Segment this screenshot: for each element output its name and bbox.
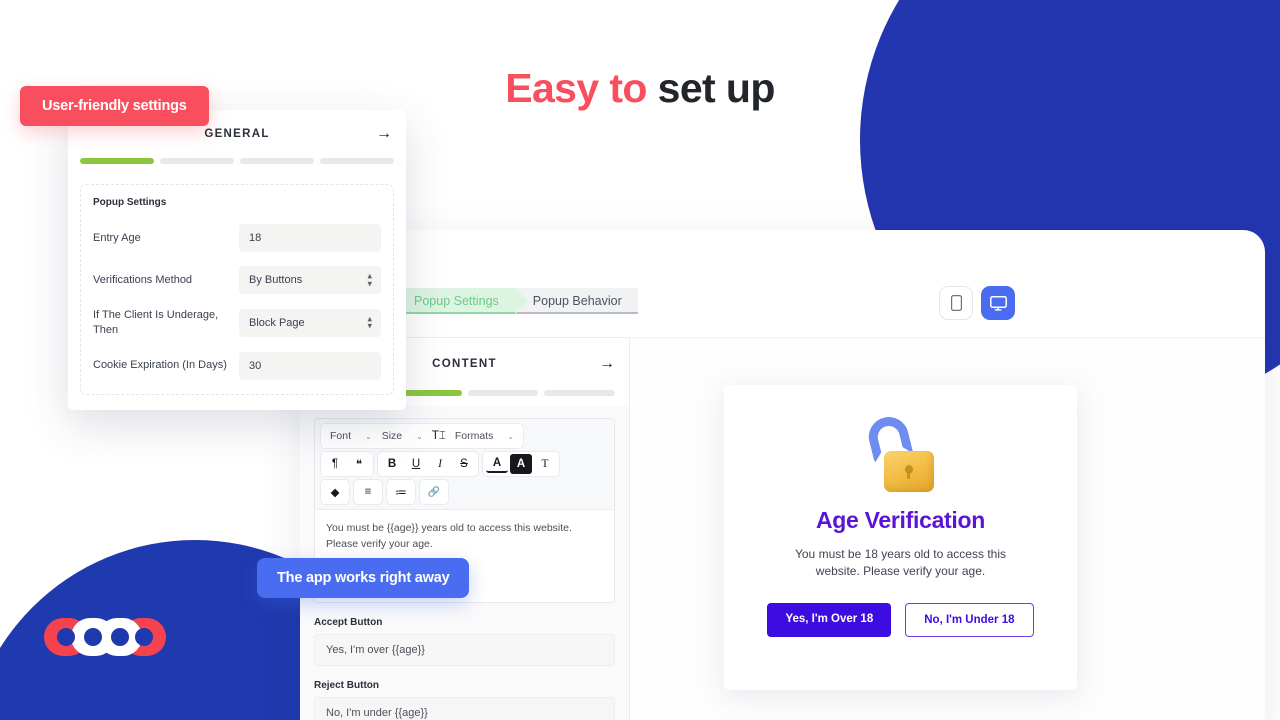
device-toggle	[939, 286, 1015, 320]
stepper-icon: ▴ ▾	[367, 313, 372, 331]
settings-next-arrow-icon[interactable]: →	[376, 125, 392, 143]
formats-select-label: Formats	[454, 430, 494, 442]
chevron-down-icon: ⌄	[507, 431, 515, 441]
mobile-icon	[950, 295, 962, 311]
link-group: 🔗	[420, 480, 448, 504]
progress-segment-active	[80, 158, 154, 164]
popup-description: You must be 18 years old to access this …	[794, 547, 1006, 579]
setting-row-underage-action: If The Client Is Underage, Then Block Pa…	[93, 308, 381, 338]
desktop-icon	[989, 295, 1007, 311]
entry-age-input[interactable]: 18	[239, 224, 381, 252]
page-root: Easy to set up Popup Settings Popup Beha…	[0, 0, 1280, 720]
badge-user-friendly-settings: User-friendly settings	[20, 86, 209, 126]
progress-segment	[160, 158, 234, 164]
next-step-arrow-icon[interactable]: →	[599, 355, 615, 373]
app-topbar: Popup Settings Popup Behavior	[300, 276, 1265, 338]
badge-works-right-away: The app works right away	[257, 558, 470, 598]
breadcrumb-item-popup-settings[interactable]: Popup Settings	[400, 288, 528, 314]
progress-segment	[467, 390, 539, 396]
bold-icon[interactable]: B	[381, 454, 403, 474]
app-window: Popup Settings Popup Behavior CONTENT → …	[300, 230, 1265, 720]
progress-segment	[544, 390, 615, 396]
chevron-down-icon: ⌄	[365, 431, 372, 441]
general-settings-card: GENERAL → Popup Settings Entry Age 18 Ve…	[68, 110, 406, 410]
highlight-color-icon[interactable]: A	[510, 454, 532, 474]
clear-format-icon[interactable]: T	[534, 454, 556, 474]
accept-button-input[interactable]: Yes, I'm over {{age}}	[314, 634, 615, 666]
formats-select[interactable]: Formats ⌄	[450, 428, 519, 444]
breadcrumb: Popup Settings Popup Behavior	[400, 288, 638, 314]
mobile-view-button[interactable]	[939, 286, 973, 320]
setting-row-cookie-expiration: Cookie Expiration (In Days) 30	[93, 351, 381, 380]
reject-button-input[interactable]: No, I'm under {{age}}	[314, 697, 615, 720]
popup-settings-title: Popup Settings	[93, 197, 167, 208]
popup-buttons: Yes, I'm Over 18 No, I'm Under 18	[767, 602, 1034, 637]
cookie-expiration-label: Cookie Expiration (In Days)	[93, 359, 227, 372]
verifications-method-value: By Buttons	[249, 274, 303, 286]
unlocked-padlock-icon	[864, 412, 937, 493]
popup-preview-panel: Age Verification You must be 18 years ol…	[631, 338, 1265, 720]
verifications-method-label: Verifications Method	[93, 273, 193, 286]
text-size-icon[interactable]: T⌶	[427, 426, 450, 446]
editor-toolbar-row-format: ¶ ❝ B U I S A A T	[321, 452, 608, 476]
settings-step-title: GENERAL	[204, 128, 270, 140]
eraser-icon[interactable]: ◆	[324, 482, 346, 502]
breadcrumb-item-popup-behavior[interactable]: Popup Behavior	[514, 288, 638, 314]
popup-title: Age Verification	[815, 507, 986, 533]
stepper-icon: ▴ ▾	[367, 270, 372, 288]
font-select[interactable]: Font ⌄	[325, 428, 377, 444]
entry-age-label: Entry Age	[93, 231, 141, 244]
page-title-accent: Easy to	[505, 65, 647, 111]
popup-reject-button[interactable]: No, I'm Under 18	[905, 602, 1034, 637]
color-group: A A T	[483, 452, 559, 476]
cookie-expiration-input[interactable]: 30	[239, 351, 381, 380]
gooo-logo	[44, 618, 166, 656]
eraser-group: ◆	[321, 480, 349, 504]
verifications-method-select[interactable]: By Buttons ▴ ▾	[239, 266, 381, 294]
underage-action-label: If The Client Is Underage, Then	[93, 309, 219, 336]
link-icon[interactable]: 🔗	[423, 482, 445, 502]
accept-button-label: Accept Button	[314, 617, 383, 628]
underage-action-value: Block Page	[249, 316, 305, 329]
strikethrough-icon[interactable]: S	[453, 454, 475, 474]
page-title-rest: set up	[657, 65, 776, 111]
editor-toolbar-row-selects: Font ⌄ Size ⌄ T⌶ Formats ⌄	[321, 424, 608, 448]
italic-icon[interactable]: I	[429, 454, 451, 474]
chevron-down-icon: ⌄	[416, 431, 423, 441]
align-left-icon[interactable]: ≡	[357, 482, 379, 502]
setting-row-entry-age: Entry Age 18	[93, 224, 381, 252]
progress-segment	[320, 158, 394, 164]
underage-action-select[interactable]: Block Page ▴ ▾	[239, 308, 381, 337]
bullet-list-icon[interactable]: ≔	[390, 482, 412, 502]
editor-select-group: Font ⌄ Size ⌄ T⌶ Formats ⌄	[321, 424, 524, 448]
content-step-title: CONTENT	[432, 358, 497, 370]
reject-button-label: Reject Button	[314, 680, 379, 691]
text-color-icon[interactable]: A	[486, 455, 508, 473]
size-select[interactable]: Size ⌄	[377, 428, 428, 444]
list-group: ≔	[387, 480, 415, 504]
setting-row-verifications-method: Verifications Method By Buttons ▴ ▾	[93, 266, 381, 294]
popup-accept-button[interactable]: Yes, I'm Over 18	[767, 602, 892, 637]
size-select-label: Size	[381, 430, 403, 442]
progress-segment	[240, 158, 314, 164]
popup-settings-panel: Popup Settings Entry Age 18 Verification…	[80, 184, 394, 395]
settings-progress-bar	[68, 158, 406, 176]
age-verification-popup: Age Verification You must be 18 years ol…	[724, 385, 1077, 690]
underline-icon[interactable]: U	[405, 454, 427, 474]
text-style-group: B U I S	[378, 452, 478, 476]
paragraph-icon[interactable]: ¶	[324, 454, 346, 474]
desktop-view-button[interactable]	[981, 286, 1015, 320]
font-select-label: Font	[330, 430, 352, 442]
editor-toolbar: Font ⌄ Size ⌄ T⌶ Formats ⌄ ¶ ❝ B U I S A…	[315, 419, 614, 510]
blockquote-icon[interactable]: ❝	[348, 454, 370, 474]
editor-toolbar-row-tools: ◆ ≡ ≔ 🔗	[321, 480, 608, 504]
block-format-group: ¶ ❝	[321, 452, 373, 476]
align-group: ≡	[354, 480, 382, 504]
